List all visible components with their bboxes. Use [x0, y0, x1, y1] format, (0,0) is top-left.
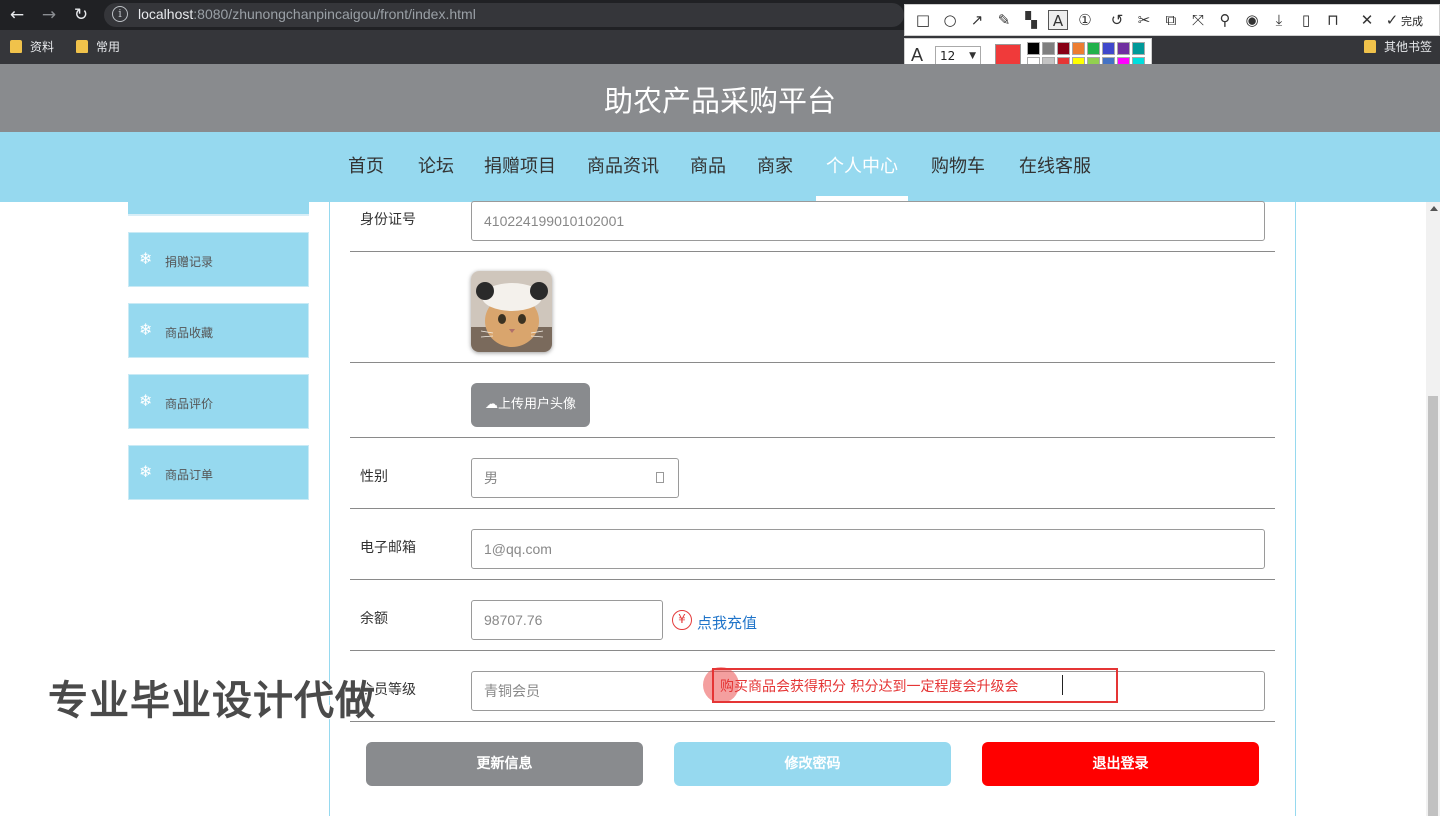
- sidebar-item-label: 捐赠记录: [165, 255, 214, 269]
- download-icon[interactable]: ⤓: [1269, 10, 1289, 30]
- upload-avatar-button[interactable]: ☁上传用户头像: [471, 383, 590, 427]
- balance-label: 余额: [360, 611, 388, 627]
- sidebar-item-label: 商品收藏: [165, 326, 214, 340]
- pin-icon[interactable]: ⚲: [1215, 10, 1235, 30]
- divider: [350, 251, 1275, 252]
- annotation-toolbar: □ ○ ↗ ✎ ▚ A ① ↺ ✂ ⧉ ⤧ ⚲ ◉ ⤓ ▯ ⊓ ✕ ✓ 完成: [904, 4, 1440, 36]
- logout-button[interactable]: 退出登录: [982, 742, 1259, 786]
- sidebar-item-reviews[interactable]: ❄ 商品评价: [128, 374, 309, 429]
- folder-icon: [1364, 40, 1376, 53]
- url-text[interactable]: localhost:8080/zhunongchanpincaigou/fron…: [138, 6, 476, 22]
- color-swatch[interactable]: [1132, 42, 1145, 55]
- select-toggle-icon: [656, 472, 664, 483]
- mosaic-icon[interactable]: ▚: [1021, 10, 1041, 30]
- reload-icon[interactable]: ↻: [70, 4, 92, 26]
- chevron-down-icon: ▼: [969, 51, 976, 61]
- pencil-icon[interactable]: ✎: [994, 10, 1014, 30]
- back-arrow-icon[interactable]: ←: [6, 4, 28, 26]
- divider: [350, 650, 1275, 651]
- check-icon[interactable]: ✓: [1385, 10, 1399, 30]
- id-number-field[interactable]: 410224199010102001: [471, 201, 1265, 241]
- font-icon: A: [911, 45, 924, 65]
- nav-online-service[interactable]: 在线客服: [1019, 152, 1091, 178]
- sidebar-item-label: 商品订单: [165, 468, 214, 482]
- translate-icon[interactable]: ⧉: [1161, 10, 1181, 30]
- color-swatch[interactable]: [1027, 42, 1040, 55]
- scroll-up-arrow-icon[interactable]: [1430, 206, 1438, 211]
- site-info-icon[interactable]: i: [112, 6, 128, 22]
- record-icon[interactable]: ◉: [1242, 10, 1262, 30]
- color-swatch[interactable]: [1102, 42, 1115, 55]
- divider: [350, 721, 1275, 722]
- recharge-link[interactable]: 点我充值: [697, 612, 757, 633]
- bookmark-folder-ziliao[interactable]: 资料: [10, 38, 54, 55]
- gender-label: 性别: [360, 469, 388, 485]
- balance-field[interactable]: 98707.76: [471, 600, 663, 640]
- watermark-text: 专业毕业设计代做: [48, 678, 376, 724]
- snowflake-icon: ❄: [139, 249, 153, 268]
- divider: [350, 362, 1275, 363]
- color-swatch[interactable]: [1042, 42, 1055, 55]
- color-swatch[interactable]: [1072, 42, 1085, 55]
- scrollbar-thumb[interactable]: [1428, 396, 1438, 816]
- color-swatch[interactable]: [1117, 42, 1130, 55]
- change-password-button[interactable]: 修改密码: [674, 742, 951, 786]
- nav-donation-projects[interactable]: 捐赠项目: [484, 152, 556, 178]
- ocr-icon[interactable]: ⤧: [1188, 10, 1208, 30]
- done-button[interactable]: 完成: [1401, 13, 1423, 29]
- cloud-upload-icon: ☁: [484, 397, 498, 412]
- email-field[interactable]: 1@qq.com: [471, 529, 1265, 569]
- number-icon[interactable]: ①: [1075, 10, 1095, 30]
- nav-personal-center[interactable]: 个人中心: [826, 152, 898, 178]
- folder-icon: [76, 40, 88, 53]
- color-swatch[interactable]: [1087, 42, 1100, 55]
- divider: [350, 437, 1275, 438]
- site-title: 助农产品采购平台: [603, 84, 836, 118]
- main-nav: 首页 论坛 捐赠项目 商品资讯 商品 商家 个人中心 购物车 在线客服: [0, 132, 1440, 202]
- bookmark-folder-changyong[interactable]: 常用: [76, 38, 120, 55]
- sidebar-item-partial[interactable]: [128, 202, 309, 216]
- nav-home[interactable]: 首页: [348, 152, 384, 178]
- update-info-button[interactable]: 更新信息: [366, 742, 643, 786]
- bookmark-icon[interactable]: ⊓: [1323, 10, 1343, 30]
- rectangle-icon[interactable]: □: [913, 10, 933, 30]
- snowflake-icon: ❄: [139, 391, 153, 410]
- color-swatch[interactable]: [1057, 42, 1070, 55]
- gender-select[interactable]: 男: [471, 458, 679, 498]
- close-icon[interactable]: ✕: [1357, 10, 1377, 30]
- text-cursor: [1062, 675, 1063, 695]
- sidebar-item-favorites[interactable]: ❄ 商品收藏: [128, 303, 309, 358]
- nav-merchants[interactable]: 商家: [757, 152, 793, 178]
- nav-products[interactable]: 商品: [690, 152, 726, 178]
- font-size-select[interactable]: 12 ▼: [935, 46, 981, 66]
- folder-icon: [10, 40, 22, 53]
- cat-avatar-image: [471, 271, 552, 352]
- arrow-icon[interactable]: ↗: [967, 10, 987, 30]
- sidebar-item-orders[interactable]: ❄ 商品订单: [128, 445, 309, 500]
- bookmark-folder-other[interactable]: 其他书签: [1364, 38, 1432, 55]
- crop-icon[interactable]: ✂: [1134, 10, 1154, 30]
- id-number-label: 身份证号: [360, 212, 416, 228]
- site-header: 助农产品采购平台: [0, 64, 1440, 132]
- nav-forum[interactable]: 论坛: [418, 152, 454, 178]
- text-icon[interactable]: A: [1048, 10, 1068, 30]
- sidebar-item-label: 商品评价: [165, 397, 214, 411]
- email-label: 电子邮箱: [360, 540, 416, 556]
- nav-cart[interactable]: 购物车: [931, 152, 985, 178]
- ellipse-icon[interactable]: ○: [940, 10, 960, 30]
- snowflake-icon: ❄: [139, 462, 153, 481]
- sidebar-item-donation-records[interactable]: ❄ 捐赠记录: [128, 232, 309, 287]
- snowflake-icon: ❄: [139, 320, 153, 339]
- mobile-icon[interactable]: ▯: [1296, 10, 1316, 30]
- yen-icon[interactable]: ¥: [672, 610, 692, 630]
- divider: [350, 579, 1275, 580]
- nav-product-news[interactable]: 商品资讯: [587, 152, 659, 178]
- annotation-text: 购买商品会获得积分 积分达到一定程度会升级会: [720, 679, 1019, 695]
- divider: [350, 508, 1275, 509]
- undo-icon[interactable]: ↺: [1107, 10, 1127, 30]
- avatar: [471, 271, 552, 352]
- forward-arrow-icon[interactable]: →: [38, 4, 60, 26]
